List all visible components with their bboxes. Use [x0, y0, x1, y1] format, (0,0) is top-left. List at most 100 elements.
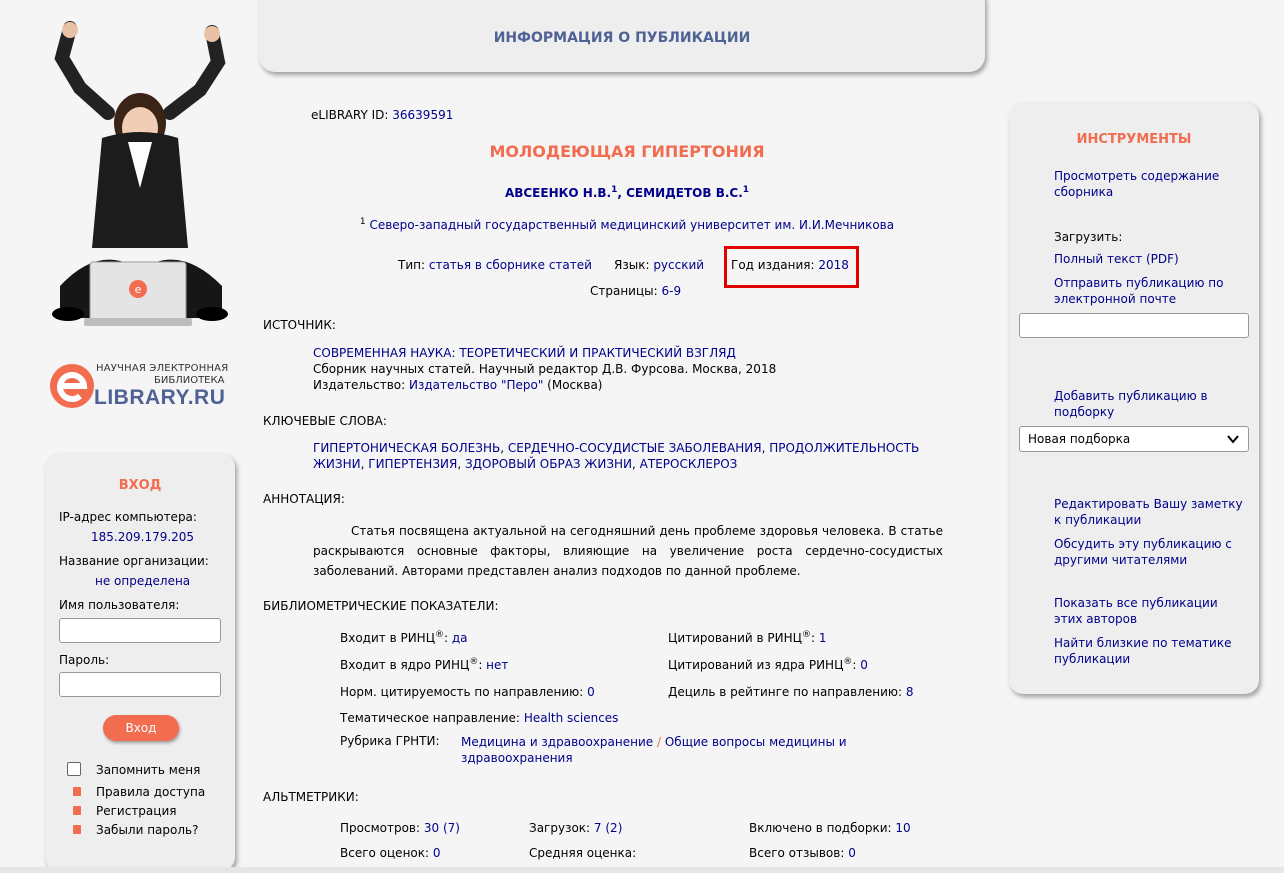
pub-pages-label: Страницы:: [590, 284, 658, 298]
source-block: СОВРЕМЕННАЯ НАУКА: ТЕОРЕТИЧЕСКИЙ И ПРАКТ…: [313, 345, 776, 393]
year-highlight-box: [724, 246, 859, 288]
publisher-link[interactable]: Издательство "Перо": [409, 378, 543, 392]
collection-select[interactable]: Новая подборка: [1019, 426, 1249, 452]
access-rules-link[interactable]: Правила доступа: [96, 785, 205, 799]
biblio-heading: БИБЛИОМЕТРИЧЕСКИЕ ПОКАЗАТЕЛИ:: [263, 599, 499, 613]
affiliation-link[interactable]: Северо-западный государственный медицинс…: [369, 218, 894, 232]
annotation-text: Статья посвящена актуальной на сегодняшн…: [313, 524, 943, 578]
views-value[interactable]: 30 (7): [424, 821, 460, 835]
remember-label: Запомнить меня: [96, 763, 201, 777]
author-sup: 1: [742, 185, 750, 195]
grnti-link[interactable]: Медицина и здравоохранение: [461, 735, 653, 749]
citations-value[interactable]: 1: [819, 631, 827, 645]
source-title-link[interactable]: СОВРЕМЕННАЯ НАУКА: ТЕОРЕТИЧЕСКИЙ И ПРАКТ…: [313, 346, 736, 360]
decile-value: 8: [905, 685, 914, 699]
pub-type-value: статья в сборнике статей: [428, 258, 592, 272]
ratings-row: Всего оценок: 0: [340, 846, 441, 860]
add-to-collection-link[interactable]: Добавить публикацию в подборку: [1054, 388, 1249, 420]
email-input[interactable]: [1019, 313, 1249, 338]
logo-line2: БИБЛИОТЕКА: [154, 375, 225, 386]
send-email-link[interactable]: Отправить публикацию по электронной почт…: [1054, 275, 1249, 307]
keyword-link[interactable]: СЕРДЕЧНО-СОСУДИСТЫЕ ЗАБОЛЕВАНИЯ: [508, 441, 762, 455]
org-label: Название организации:: [59, 554, 209, 568]
bullet-icon: [73, 825, 81, 834]
avg-rating-row: Средняя оценка:: [529, 846, 636, 860]
rinc-label: Входит в РИНЦ: [340, 631, 436, 645]
downloads-label: Загрузок:: [529, 821, 591, 835]
collections-row: Включено в подборки: 10: [749, 821, 911, 835]
view-contents-link[interactable]: Просмотреть содержание сборника: [1054, 168, 1249, 200]
author-link[interactable]: АВСЕЕНКО Н.В.: [505, 186, 611, 200]
keywords-list: ГИПЕРТОНИЧЕСКАЯ БОЛЕЗНЬ, СЕРДЕЧНО-СОСУДИ…: [313, 441, 920, 471]
page-title: ИНФОРМАЦИЯ О ПУБЛИКАЦИИ: [493, 30, 751, 46]
author-link[interactable]: СЕМИДЕТОВ В.С.: [626, 186, 743, 200]
elibrary-logo[interactable]: НАУЧНАЯ ЭЛЕКТРОННАЯ БИБЛИОТЕКА LIBRARY.R…: [48, 360, 238, 412]
pub-language: Язык: русский: [614, 258, 704, 272]
core-citations-value[interactable]: 0: [860, 658, 868, 672]
grnti-value: Медицина и здравоохранение / Общие вопро…: [461, 734, 881, 766]
ip-label: IP-адрес компьютера:: [59, 510, 197, 524]
horizontal-scrollbar[interactable]: [0, 867, 1284, 873]
publication-title: МОЛОДЕЮЩАЯ ГИПЕРТОНИЯ: [489, 142, 765, 161]
discuss-link[interactable]: Обсудить эту публикацию с другими читате…: [1054, 536, 1249, 568]
altmetrics-heading: АЛЬТМЕТРИКИ:: [263, 790, 359, 804]
hero-illustration: e: [40, 18, 240, 338]
source-heading: ИСТОЧНИК:: [263, 318, 336, 332]
collections-value[interactable]: 10: [895, 821, 910, 835]
pub-type-label: Тип:: [398, 258, 426, 272]
affiliation: 1 Северо-западный государственный медици…: [259, 217, 995, 232]
show-author-pubs-link[interactable]: Показать все публикации этих авторов: [1054, 595, 1249, 627]
logo-brand: LIBRARY.RU: [94, 386, 226, 409]
edit-note-link[interactable]: Редактировать Вашу заметку к публикации: [1054, 496, 1249, 528]
download-label: Загрузить:: [1054, 230, 1123, 244]
page-header: ИНФОРМАЦИЯ О ПУБЛИКАЦИИ: [259, 0, 985, 72]
annotation-heading: АННОТАЦИЯ:: [263, 492, 345, 506]
source-description: Сборник научных статей. Научный редактор…: [313, 362, 777, 376]
elibrary-id: eLIBRARY ID: 36639591: [311, 108, 453, 122]
pub-type: Тип: статья в сборнике статей: [398, 258, 592, 272]
norm-citation-row: Норм. цитируемость по направлению: 0: [340, 685, 595, 699]
elibrary-id-label: eLIBRARY ID:: [311, 108, 389, 122]
remember-checkbox[interactable]: [67, 762, 81, 776]
keyword-link[interactable]: ГИПЕРТЕНЗИЯ: [368, 457, 457, 471]
grnti-label: Рубрика ГРНТИ:: [340, 734, 440, 748]
full-text-link[interactable]: Полный текст (PDF): [1054, 251, 1249, 267]
rinc-core-value[interactable]: нет: [486, 658, 508, 672]
password-input[interactable]: [59, 672, 221, 697]
password-label: Пароль:: [59, 653, 110, 667]
ip-value: 185.209.179.205: [91, 530, 195, 544]
reg-mark: ®: [843, 657, 853, 667]
keyword-link[interactable]: АТЕРОСКЛЕРОЗ: [640, 457, 738, 471]
citations-label: Цитирований в РИНЦ: [668, 631, 802, 645]
collection-select-value: Новая подборка: [1028, 432, 1131, 446]
core-citations-row: Цитирований из ядра РИНЦ®: 0: [668, 657, 868, 672]
downloads-value[interactable]: 7 (2): [594, 821, 622, 835]
keyword-link[interactable]: ГИПЕРТОНИЧЕСКАЯ БОЛЕЗНЬ: [313, 441, 500, 455]
citations-row: Цитирований в РИНЦ®: 1: [668, 630, 827, 645]
author-sup: 1: [611, 185, 618, 195]
tools-panel: ИНСТРУМЕНТЫ Просмотреть содержание сборн…: [1009, 102, 1259, 694]
topic-label: Тематическое направление:: [340, 711, 520, 725]
chevron-down-icon: [1227, 435, 1239, 444]
reviews-label: Всего отзывов:: [749, 846, 845, 860]
rinc-value[interactable]: да: [452, 631, 468, 645]
decile-row: Дециль в рейтинге по направлению: 8: [668, 685, 914, 699]
elibrary-id-value[interactable]: 36639591: [392, 108, 453, 122]
register-link[interactable]: Регистрация: [96, 804, 176, 818]
find-similar-link[interactable]: Найти близкие по тематике публикации: [1054, 635, 1249, 667]
decile-label: Дециль в рейтинге по направлению:: [668, 685, 903, 699]
login-button[interactable]: Вход: [103, 715, 179, 741]
affiliation-sup: 1: [359, 217, 366, 227]
downloads-row: Загрузок: 7 (2): [529, 821, 622, 835]
tools-title: ИНСТРУМЕНТЫ: [1076, 132, 1192, 147]
username-input[interactable]: [59, 618, 221, 643]
pub-pages: Страницы: 6-9: [590, 284, 681, 298]
reviews-value: 0: [848, 846, 856, 860]
forgot-password-link[interactable]: Забыли пароль?: [96, 823, 198, 837]
views-label: Просмотров:: [340, 821, 421, 835]
grnti-separator: /: [653, 735, 665, 749]
keyword-link[interactable]: ЗДОРОВЫЙ ОБРАЗ ЖИЗНИ: [465, 457, 632, 471]
logo-e-icon: [50, 364, 94, 408]
norm-citation-label: Норм. цитируемость по направлению:: [340, 685, 584, 699]
logo-line1: НАУЧНАЯ ЭЛЕКТРОННАЯ: [96, 363, 229, 374]
